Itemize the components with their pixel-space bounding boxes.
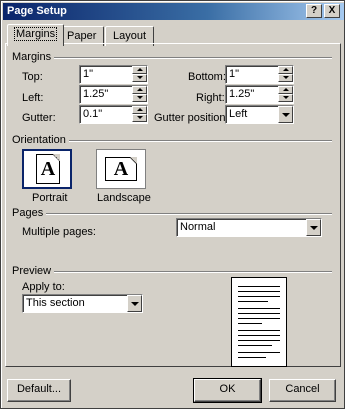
portrait-glyph: A xyxy=(40,158,56,180)
top-margin-value: 1" xyxy=(83,68,94,80)
right-label: Right: xyxy=(196,92,225,104)
landscape-option[interactable]: A xyxy=(96,149,146,189)
bottom-margin-arrows xyxy=(278,66,293,83)
left-margin-value: 1.25" xyxy=(83,88,109,100)
portrait-label[interactable]: Portrait xyxy=(32,192,67,204)
close-button[interactable]: X xyxy=(324,4,340,18)
preview-section-label: Preview xyxy=(12,265,55,277)
help-button[interactable]: ? xyxy=(306,4,322,18)
pages-divider xyxy=(45,213,332,215)
right-margin-spinner[interactable]: 1.25" xyxy=(225,85,294,104)
gutter-up-arrow-icon[interactable] xyxy=(132,106,147,114)
gutter-position-value: Left xyxy=(229,108,248,120)
cancel-button[interactable]: Cancel xyxy=(269,379,336,402)
multiple-pages-dropdown[interactable]: Normal xyxy=(176,218,322,237)
top-margin-up-arrow-icon[interactable] xyxy=(132,66,147,74)
portrait-option[interactable]: A xyxy=(22,149,72,189)
left-label: Left: xyxy=(22,92,44,104)
left-margin-spinner[interactable]: 1.25" xyxy=(79,85,148,104)
landscape-glyph: A xyxy=(113,158,129,180)
default-button[interactable]: Default... xyxy=(7,379,71,402)
title-bar[interactable]: Page Setup ? X xyxy=(3,3,344,20)
top-margin-down-arrow-icon[interactable] xyxy=(132,74,147,82)
preview-divider xyxy=(53,271,332,273)
orientation-section-label: Orientation xyxy=(12,134,69,146)
top-margin-arrows xyxy=(132,66,147,83)
gutter-label: Gutter: xyxy=(22,112,56,124)
tab-paper-label: Paper xyxy=(67,30,97,42)
right-margin-down-arrow-icon[interactable] xyxy=(278,94,293,102)
left-margin-down-arrow-icon[interactable] xyxy=(132,94,147,102)
tab-margins-label: Margins xyxy=(13,27,58,41)
multiple-pages-label: Multiple pages: xyxy=(22,226,96,238)
apply-to-chevron-down-icon[interactable] xyxy=(127,295,142,312)
right-margin-value: 1.25" xyxy=(229,88,255,100)
gutter-position-chevron-down-icon[interactable] xyxy=(278,106,293,123)
landscape-page-icon: A xyxy=(105,157,137,181)
top-margin-spinner[interactable]: 1" xyxy=(79,65,148,84)
ok-button[interactable]: OK xyxy=(193,378,262,403)
apply-to-value: This section xyxy=(26,297,85,309)
landscape-label[interactable]: Landscape xyxy=(97,192,151,204)
gutter-position-label: Gutter position: xyxy=(154,112,229,124)
bottom-margin-up-arrow-icon[interactable] xyxy=(278,66,293,74)
right-margin-up-arrow-icon[interactable] xyxy=(278,86,293,94)
margins-divider xyxy=(49,57,332,59)
left-margin-up-arrow-icon[interactable] xyxy=(132,86,147,94)
bottom-margin-down-arrow-icon[interactable] xyxy=(278,74,293,82)
gutter-value: 0.1" xyxy=(83,108,103,120)
page-setup-dialog: Page Setup ? X Margins Paper Layout Marg… xyxy=(0,0,345,409)
tab-margins[interactable]: Margins xyxy=(7,24,65,46)
top-label: Top: xyxy=(22,71,43,83)
bottom-margin-value: 1" xyxy=(229,68,240,80)
margins-section-label: Margins xyxy=(12,51,55,63)
bottom-margin-spinner[interactable]: 1" xyxy=(225,65,294,84)
tab-layout-label: Layout xyxy=(113,30,147,42)
multiple-pages-value: Normal xyxy=(180,221,216,233)
right-margin-arrows xyxy=(278,86,293,103)
gutter-position-dropdown[interactable]: Left xyxy=(225,105,294,124)
orientation-divider xyxy=(68,140,332,142)
bottom-label: Bottom: xyxy=(188,71,226,83)
apply-to-dropdown[interactable]: This section xyxy=(22,294,143,313)
portrait-page-icon: A xyxy=(36,154,60,184)
gutter-down-arrow-icon[interactable] xyxy=(132,114,147,122)
gutter-arrows xyxy=(132,106,147,123)
pages-section-label: Pages xyxy=(12,207,47,219)
preview-page-thumbnail xyxy=(231,277,287,367)
gutter-spinner[interactable]: 0.1" xyxy=(79,105,148,124)
apply-to-label: Apply to: xyxy=(22,281,65,293)
multiple-pages-chevron-down-icon[interactable] xyxy=(306,219,321,236)
left-margin-arrows xyxy=(132,86,147,103)
dialog-title: Page Setup xyxy=(7,5,67,17)
